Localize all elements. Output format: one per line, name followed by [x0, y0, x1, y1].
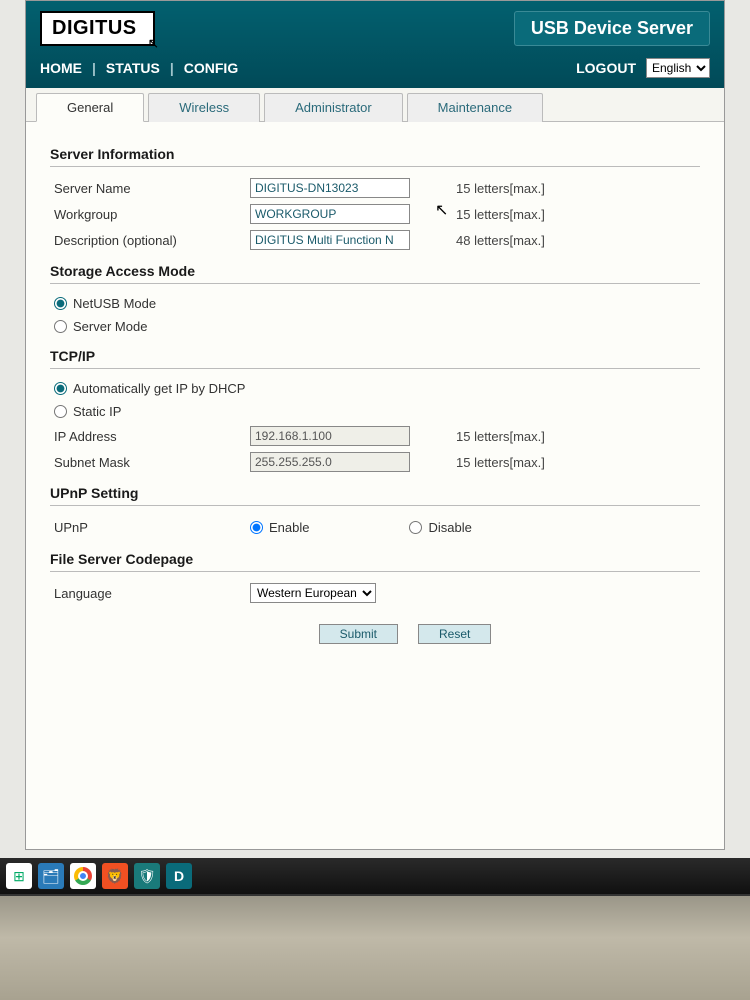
workgroup-hint: 15 letters[max.]	[440, 207, 545, 222]
section-upnp: UPnP Setting	[50, 485, 700, 506]
workgroup-label: Workgroup	[50, 207, 250, 222]
section-storage-mode: Storage Access Mode	[50, 263, 700, 284]
server-name-label: Server Name	[50, 181, 250, 196]
nav-home[interactable]: HOME	[40, 60, 82, 76]
tab-general[interactable]: General	[36, 93, 144, 122]
description-hint: 48 letters[max.]	[440, 233, 545, 248]
description-input[interactable]	[250, 230, 410, 250]
windows-taskbar: ⊞ 🗂 🦁 🛡 D	[0, 858, 750, 894]
server-name-hint: 15 letters[max.]	[440, 181, 545, 196]
server-name-input[interactable]	[250, 178, 410, 198]
top-nav: HOME | STATUS | CONFIG LOGOUT English	[40, 54, 710, 88]
ip-address-label: IP Address	[50, 429, 250, 444]
start-button-icon[interactable]: ⊞	[6, 863, 32, 889]
tab-maintenance[interactable]: Maintenance	[407, 93, 543, 122]
product-title: USB Device Server	[514, 11, 710, 46]
ip-address-hint: 15 letters[max.]	[440, 429, 545, 444]
tab-administrator[interactable]: Administrator	[264, 93, 403, 122]
upnp-enable-radio[interactable]	[250, 521, 263, 534]
subnet-mask-input[interactable]	[250, 452, 410, 472]
ip-address-input[interactable]	[250, 426, 410, 446]
logo-text: DIGITUS	[52, 17, 137, 40]
static-ip-radio[interactable]	[54, 405, 67, 418]
config-content: Server Information Server Name 15 letter…	[26, 122, 724, 658]
nav-status[interactable]: STATUS	[106, 60, 160, 76]
cursor-glyph-icon: ↖	[148, 35, 160, 52]
language-select[interactable]: English	[646, 58, 710, 78]
workgroup-input[interactable]	[250, 204, 410, 224]
upnp-label: UPnP	[50, 520, 250, 535]
reset-button[interactable]: Reset	[418, 624, 491, 644]
upnp-disable-radio[interactable]	[409, 521, 422, 534]
codepage-select[interactable]: Western European	[250, 583, 376, 603]
config-tabs: General Wireless Administrator Maintenan…	[26, 88, 724, 122]
description-label: Description (optional)	[50, 233, 250, 248]
dhcp-radio[interactable]	[54, 382, 67, 395]
dhcp-label: Automatically get IP by DHCP	[73, 381, 245, 396]
page-header: DIGITUS® ↖ USB Device Server HOME | STAT…	[26, 1, 724, 88]
section-server-info: Server Information	[50, 146, 700, 167]
section-codepage: File Server Codepage	[50, 551, 700, 572]
server-mode-label: Server Mode	[73, 319, 147, 334]
brave-icon[interactable]: 🦁	[102, 863, 128, 889]
nav-config[interactable]: CONFIG	[184, 60, 238, 76]
digitus-app-icon[interactable]: D	[166, 863, 192, 889]
chrome-icon[interactable]	[70, 863, 96, 889]
subnet-mask-label: Subnet Mask	[50, 455, 250, 470]
laptop-bezel	[0, 894, 750, 1000]
upnp-enable-label: Enable	[269, 520, 309, 535]
tab-wireless[interactable]: Wireless	[148, 93, 260, 122]
brand-logo: DIGITUS® ↖	[40, 11, 155, 46]
shield-app-icon[interactable]: 🛡	[134, 863, 160, 889]
netusb-radio[interactable]	[54, 297, 67, 310]
nav-logout[interactable]: LOGOUT	[576, 60, 636, 76]
submit-button[interactable]: Submit	[319, 624, 398, 644]
server-mode-radio[interactable]	[54, 320, 67, 333]
codepage-language-label: Language	[50, 586, 250, 601]
section-tcpip: TCP/IP	[50, 348, 700, 369]
config-page: DIGITUS® ↖ USB Device Server HOME | STAT…	[25, 0, 725, 850]
subnet-mask-hint: 15 letters[max.]	[440, 455, 545, 470]
file-explorer-icon[interactable]: 🗂	[38, 863, 64, 889]
upnp-disable-label: Disable	[428, 520, 471, 535]
static-ip-label: Static IP	[73, 404, 121, 419]
netusb-label: NetUSB Mode	[73, 296, 156, 311]
